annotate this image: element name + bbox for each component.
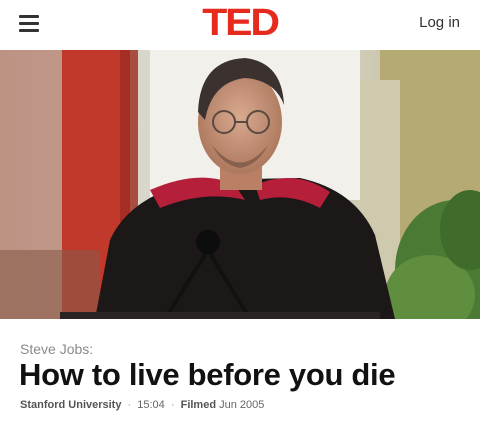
speaker-photo (0, 50, 480, 319)
video-thumbnail[interactable] (0, 50, 480, 319)
event-name[interactable]: Stanford University (20, 399, 121, 411)
speaker-name[interactable]: Steve Jobs: (20, 341, 93, 357)
filmed-date: Jun 2005 (219, 399, 265, 411)
top-bar: TED Log in (0, 0, 480, 50)
talk-details: Steve Jobs: How to live before you die S… (0, 319, 480, 425)
meta-separator: · (127, 399, 132, 411)
talk-meta: Stanford University · 15:04 · Filmed Jun… (20, 399, 264, 411)
ted-logo[interactable]: TED (195, 3, 286, 43)
hamburger-menu-icon[interactable] (19, 13, 39, 33)
talk-duration: 15:04 (137, 399, 165, 411)
filmed-label: Filmed (180, 399, 217, 411)
meta-separator: · (170, 399, 175, 411)
talk-title: How to live before you die (19, 357, 396, 392)
login-link[interactable]: Log in (419, 14, 460, 31)
talk-page: TED Log in Steve Jobs: How to live befor… (0, 0, 480, 425)
